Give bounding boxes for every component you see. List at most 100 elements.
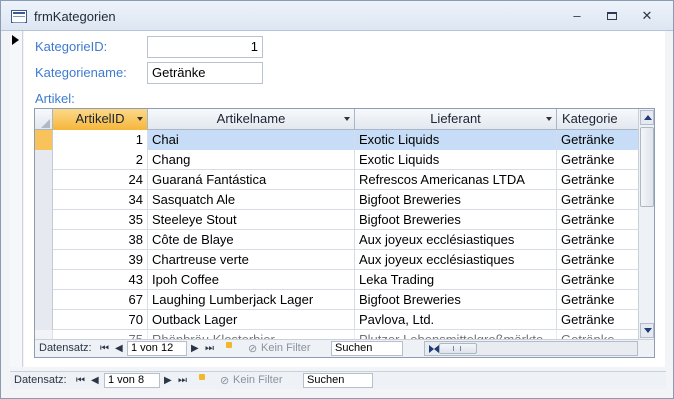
column-dropdown-icon[interactable] [344,117,350,121]
previous-record-icon[interactable]: ◀ [115,340,123,357]
cell-artikelname[interactable]: Laughing Lumberjack Lager [148,290,355,310]
column-dropdown-icon[interactable] [546,117,552,121]
cell-kategorie[interactable]: Getränke [557,310,638,330]
cell-artikelname[interactable]: Côte de Blaye [148,230,355,250]
table-row[interactable]: 35 Steeleye Stout Bigfoot Breweries Getr… [35,210,638,230]
vertical-scroll-thumb[interactable] [640,127,654,207]
cell-kategorie[interactable]: Getränke [557,170,638,190]
cell-artikelname[interactable]: Chai [148,130,355,150]
scroll-down-arrow-icon[interactable] [640,323,654,338]
cell-lieferant[interactable]: Aux joyeux ecclésiastiques [355,230,557,250]
table-row[interactable]: 39 Chartreuse verte Aux joyeux ecclésias… [35,250,638,270]
record-selector[interactable] [10,31,23,367]
column-header-artikelname[interactable]: Artikelname [148,109,355,130]
cell-artikelid[interactable]: 24 [53,170,148,190]
cell-artikelid[interactable]: 43 [53,270,148,290]
cell-lieferant[interactable]: Bigfoot Breweries [355,290,557,310]
row-selector[interactable] [35,250,53,270]
new-record-icon[interactable] [194,374,205,385]
next-record-icon[interactable]: ▶ [191,340,199,357]
close-button[interactable]: ✕ [634,7,660,25]
cell-artikelname[interactable]: Ipoh Coffee [148,270,355,290]
table-row[interactable]: 75 Rhönbräu Klosterbier Plutzer Lebensmi… [35,330,638,339]
row-selector[interactable] [35,190,53,210]
cell-artikelid[interactable]: 2 [53,150,148,170]
cell-kategorie[interactable]: Getränke [557,150,638,170]
horizontal-scroll-thumb[interactable] [439,343,477,354]
row-selector[interactable] [35,330,53,339]
cell-artikelid[interactable]: 39 [53,250,148,270]
table-row[interactable]: 43 Ipoh Coffee Leka Trading Getränke [35,270,638,290]
kategorie-id-field[interactable]: 1 [147,36,263,58]
cell-artikelname[interactable]: Rhönbräu Klosterbier [148,330,355,339]
row-selector[interactable] [35,150,53,170]
horizontal-scrollbar[interactable] [424,341,638,356]
last-record-icon[interactable]: ⏭ [205,340,214,357]
cell-artikelname[interactable]: Chartreuse verte [148,250,355,270]
search-input[interactable]: Suchen [331,341,403,356]
cell-lieferant[interactable]: Pavlova, Ltd. [355,310,557,330]
cell-lieferant[interactable]: Aux joyeux ecclésiastiques [355,250,557,270]
row-selector[interactable] [35,290,53,310]
table-row[interactable]: 1 Chai Exotic Liquids Getränke [35,130,638,150]
record-position-input[interactable]: 1 von 12 [127,341,187,356]
row-selector[interactable] [35,230,53,250]
cell-kategorie[interactable]: Getränke [557,330,638,339]
select-all-corner[interactable] [35,109,53,130]
cell-artikelname[interactable]: Chang [148,150,355,170]
table-row[interactable]: 70 Outback Lager Pavlova, Ltd. Getränke [35,310,638,330]
cell-kategorie[interactable]: Getränke [557,130,638,150]
cell-kategorie[interactable]: Getränke [557,230,638,250]
restore-button[interactable] [599,7,625,25]
column-dropdown-icon[interactable] [137,117,143,121]
new-record-icon[interactable] [221,342,232,353]
row-selector[interactable] [35,130,53,150]
first-record-icon[interactable]: ⏮ [76,372,85,389]
cell-artikelname[interactable]: Steeleye Stout [148,210,355,230]
cell-lieferant[interactable]: Plutzer Lebensmittelgroßmärkte [355,330,557,339]
filter-toggle[interactable]: ⊘ Kein Filter [220,372,283,389]
cell-lieferant[interactable]: Exotic Liquids [355,130,557,150]
column-header-kategorie[interactable]: Kategorie [557,109,638,130]
cell-artikelid[interactable]: 75 [53,330,148,339]
cell-lieferant[interactable]: Refrescos Americanas LTDA [355,170,557,190]
cell-artikelid[interactable]: 70 [53,310,148,330]
next-record-icon[interactable]: ▶ [164,372,172,389]
cell-kategorie[interactable]: Getränke [557,250,638,270]
cell-lieferant[interactable]: Bigfoot Breweries [355,210,557,230]
table-row[interactable]: 34 Sasquatch Ale Bigfoot Breweries Geträ… [35,190,638,210]
row-selector[interactable] [35,310,53,330]
cell-lieferant[interactable]: Exotic Liquids [355,150,557,170]
column-header-artikelid[interactable]: ArtikelID [53,109,148,130]
cell-lieferant[interactable]: Leka Trading [355,270,557,290]
cell-artikelid[interactable]: 35 [53,210,148,230]
cell-artikelid[interactable]: 34 [53,190,148,210]
cell-artikelname[interactable]: Guaraná Fantástica [148,170,355,190]
column-header-lieferant[interactable]: Lieferant [355,109,557,130]
cell-artikelid[interactable]: 38 [53,230,148,250]
cell-kategorie[interactable]: Getränke [557,190,638,210]
cell-artikelname[interactable]: Sasquatch Ale [148,190,355,210]
table-row[interactable]: 2 Chang Exotic Liquids Getränke [35,150,638,170]
row-selector[interactable] [35,170,53,190]
last-record-icon[interactable]: ⏭ [178,372,187,389]
search-input[interactable]: Suchen [303,373,373,388]
table-row[interactable]: 38 Côte de Blaye Aux joyeux ecclésiastiq… [35,230,638,250]
vertical-scrollbar[interactable] [638,109,654,339]
table-row[interactable]: 67 Laughing Lumberjack Lager Bigfoot Bre… [35,290,638,310]
first-record-icon[interactable]: ⏮ [100,340,109,357]
table-row[interactable]: 24 Guaraná Fantástica Refrescos American… [35,170,638,190]
scroll-up-arrow-icon[interactable] [640,110,654,125]
filter-toggle[interactable]: ⊘ Kein Filter [248,340,311,357]
minimize-button[interactable]: – [564,7,590,25]
cell-artikelid[interactable]: 1 [53,130,148,150]
row-selector[interactable] [35,270,53,290]
cell-kategorie[interactable]: Getränke [557,270,638,290]
cell-kategorie[interactable]: Getränke [557,290,638,310]
cell-kategorie[interactable]: Getränke [557,210,638,230]
record-position-input[interactable]: 1 von 8 [104,373,160,388]
row-selector[interactable] [35,210,53,230]
cell-artikelid[interactable]: 67 [53,290,148,310]
cell-artikelname[interactable]: Outback Lager [148,310,355,330]
previous-record-icon[interactable]: ◀ [91,372,99,389]
